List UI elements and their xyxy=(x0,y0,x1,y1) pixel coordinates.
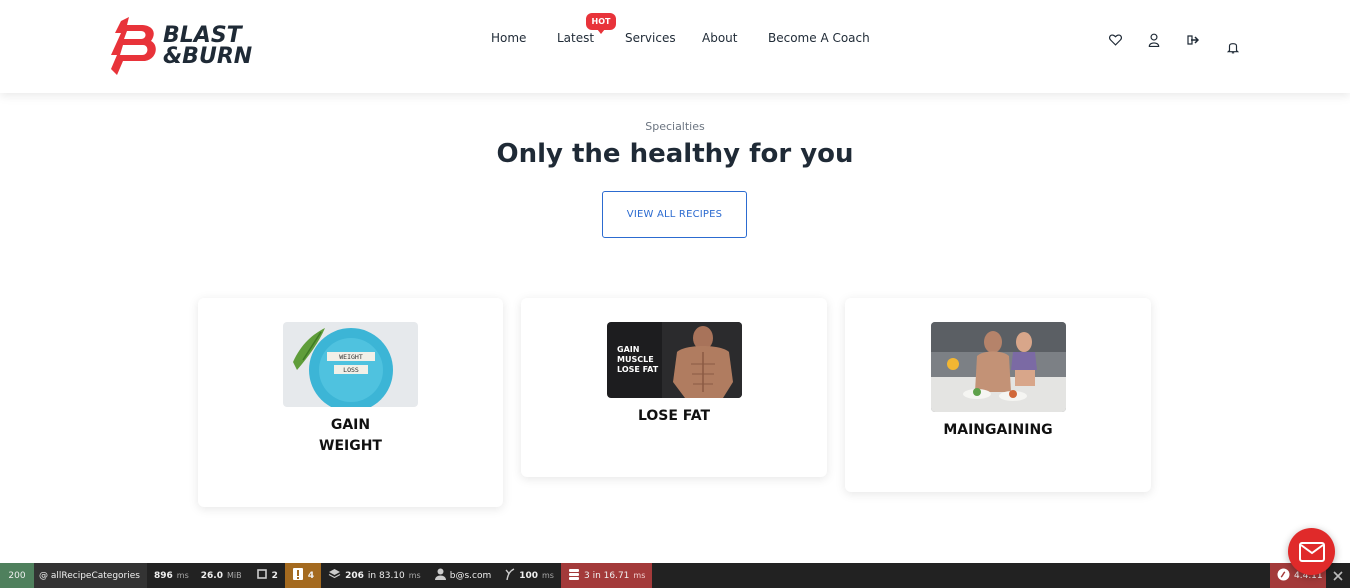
plate-word-2: LOSS xyxy=(343,366,359,374)
user-email: b@s.com xyxy=(449,570,492,581)
user-icon[interactable] xyxy=(1146,32,1162,48)
warnings-count: 4 xyxy=(307,570,315,581)
twig-icon xyxy=(505,568,515,583)
maingaining-image xyxy=(931,322,1066,412)
card-label: MAINGAINING xyxy=(845,420,1151,441)
twig-value: 100 xyxy=(519,570,539,581)
warning-icon xyxy=(292,567,304,584)
card-label-line-1: LOSE FAT xyxy=(637,408,711,424)
memory-value: 26.0 xyxy=(200,570,223,581)
route-name: @ allRecipeCategories xyxy=(39,570,140,581)
category-card-gain-weight[interactable]: WEIGHT LOSS GAIN WEIGHT xyxy=(198,298,503,507)
nav-item-latest[interactable]: Latest xyxy=(557,31,594,45)
section-eyebrow: Specialties xyxy=(645,120,705,133)
symfony-icon xyxy=(1277,568,1290,584)
site-header: BLAST &BURN Home Latest Services About B… xyxy=(0,0,1350,93)
twig-panel[interactable]: 100 ms xyxy=(498,563,561,588)
brand-logo[interactable]: BLAST &BURN xyxy=(107,15,267,77)
gain-weight-image: WEIGHT LOSS xyxy=(283,322,418,407)
forms-icon xyxy=(256,568,268,583)
cache-unit: ms xyxy=(408,571,421,580)
card-label: GAIN WEIGHT xyxy=(198,415,503,457)
view-all-recipes-button[interactable]: VIEW ALL RECIPES xyxy=(602,191,747,238)
time-value: 896 xyxy=(153,570,173,581)
plate-word-1: WEIGHT xyxy=(339,353,363,361)
cache-panel[interactable]: 206 in 83.10 ms xyxy=(321,563,428,588)
section-title: Only the healthy for you xyxy=(496,139,854,169)
logo-line-2: &BURN xyxy=(163,44,253,69)
nav-item-about[interactable]: About xyxy=(702,31,737,45)
cache-text: in 83.10 xyxy=(367,570,405,581)
card-label-line-1: MAINGAINING xyxy=(943,422,1053,438)
user-icon xyxy=(434,568,446,583)
database-panel[interactable]: 3 in 16.71 ms xyxy=(560,563,653,588)
logo-wordmark: BLAST &BURN xyxy=(163,23,253,69)
logout-icon[interactable] xyxy=(1185,32,1201,48)
image-text-1: GAIN xyxy=(617,345,639,354)
logo-mark-icon xyxy=(107,15,161,77)
twig-unit: ms xyxy=(542,571,554,580)
performance-panel[interactable]: 896 ms 26.0 MiB xyxy=(147,563,249,588)
db-unit: ms xyxy=(633,571,646,580)
nav-item-services[interactable]: Services xyxy=(625,31,676,45)
category-card-lose-fat[interactable]: GAIN MUSCLE LOSE FAT LOSE FAT xyxy=(521,298,827,477)
bell-icon[interactable] xyxy=(1225,39,1241,55)
route-panel[interactable]: @ allRecipeCategories xyxy=(34,563,147,588)
category-card-maingaining[interactable]: MAINGAINING xyxy=(845,298,1151,492)
memory-unit: MiB xyxy=(226,571,242,580)
cache-value: 206 xyxy=(345,570,364,581)
card-label-line-1: GAIN xyxy=(330,417,371,433)
image-text-2: MUSCLE xyxy=(617,355,654,364)
heart-icon[interactable] xyxy=(1107,32,1123,48)
logo-line-1: BLAST xyxy=(163,23,242,48)
lose-fat-image: GAIN MUSCLE LOSE FAT xyxy=(607,322,742,398)
warnings-panel[interactable]: 4 xyxy=(284,563,322,588)
card-label: LOSE FAT xyxy=(521,406,827,427)
image-text-3: LOSE FAT xyxy=(617,365,659,374)
time-unit: ms xyxy=(176,571,189,580)
close-icon xyxy=(1333,570,1343,581)
user-panel[interactable]: b@s.com xyxy=(428,563,498,588)
database-icon xyxy=(568,568,580,584)
status-code[interactable]: 200 xyxy=(0,563,34,588)
forms-panel[interactable]: 2 xyxy=(249,563,285,588)
debug-toolbar: 200 @ allRecipeCategories 896 ms 26.0 Mi… xyxy=(0,563,1350,588)
layers-icon xyxy=(328,568,341,583)
db-value: 3 in 16.71 xyxy=(583,570,630,581)
toolbar-close-button[interactable] xyxy=(1326,563,1350,588)
envelope-icon xyxy=(1298,541,1325,562)
nav-item-home[interactable]: Home xyxy=(491,31,526,45)
chat-button[interactable] xyxy=(1288,528,1335,575)
status-code-text: 200 xyxy=(8,570,26,581)
hot-badge: HOT xyxy=(586,13,616,34)
card-label-line-2: WEIGHT xyxy=(319,438,382,454)
nav-item-become-a-coach[interactable]: Become A Coach xyxy=(768,31,870,45)
forms-count: 2 xyxy=(271,570,278,581)
